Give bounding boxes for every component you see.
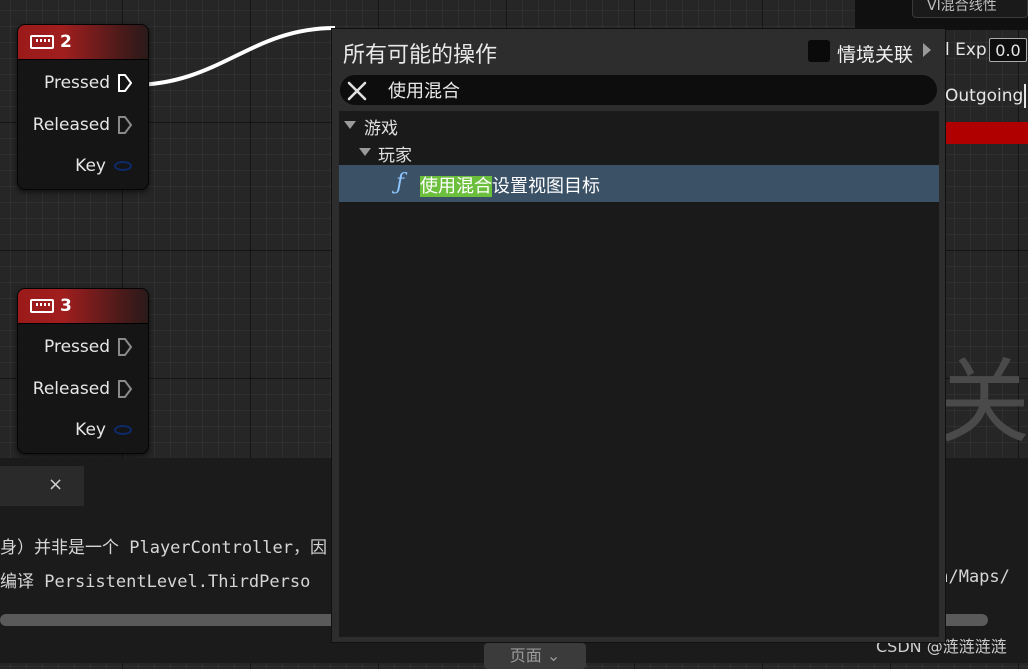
exec-pin-icon[interactable] bbox=[118, 380, 132, 398]
result-item-rest: 设置视图目标 bbox=[492, 176, 600, 197]
key-pin[interactable]: Key bbox=[75, 420, 132, 440]
pressed-pin-label: Pressed bbox=[44, 73, 110, 93]
exec-pin-icon[interactable] bbox=[118, 116, 132, 134]
keyboard-icon bbox=[30, 299, 54, 313]
outgoing-label: Outgoing bbox=[945, 86, 1024, 106]
exec-pin-icon[interactable] bbox=[118, 74, 132, 92]
result-item-label[interactable]: 使用混合设置视图目标 bbox=[420, 172, 600, 198]
close-tab-icon[interactable]: × bbox=[48, 474, 63, 495]
pressed-pin-label: Pressed bbox=[44, 337, 110, 357]
keyboard-icon bbox=[30, 35, 54, 49]
clear-search-icon[interactable] bbox=[346, 80, 368, 102]
struct-pin-icon[interactable] bbox=[114, 161, 132, 171]
context-sensitive-checkbox[interactable] bbox=[808, 40, 830, 62]
struct-pin-icon[interactable] bbox=[114, 425, 132, 435]
expand-arrow-icon[interactable] bbox=[923, 43, 931, 57]
log-line: 编译 PersistentLevel.ThirdPerso bbox=[0, 572, 311, 592]
node-title: 3 bbox=[60, 296, 72, 316]
output-log-tab[interactable] bbox=[0, 466, 84, 506]
key-pin-label: Key bbox=[75, 420, 106, 440]
category-game[interactable]: 游戏 bbox=[364, 114, 398, 139]
collapse-arrow-icon[interactable] bbox=[344, 121, 356, 129]
exec-pin-icon[interactable] bbox=[118, 338, 132, 356]
node-title: 2 bbox=[60, 32, 72, 52]
search-input-value[interactable]: 使用混合 bbox=[388, 77, 460, 103]
context-sensitive-label[interactable]: 情境关联 bbox=[837, 40, 913, 67]
exp-value-field[interactable]: 0.0 bbox=[989, 38, 1027, 62]
key-2-event-node[interactable]: 2 Pressed Released Key bbox=[17, 24, 149, 190]
released-pin-label: Released bbox=[32, 115, 110, 135]
background-watermark-glyph: 关 bbox=[938, 349, 1028, 456]
key-pin[interactable]: Key bbox=[75, 156, 132, 176]
collapse-arrow-icon[interactable] bbox=[359, 148, 371, 156]
node-header[interactable]: 2 bbox=[18, 25, 148, 60]
pressed-pin[interactable]: Pressed bbox=[44, 337, 132, 357]
function-icon: ƒ bbox=[396, 170, 405, 195]
pressed-pin[interactable]: Pressed bbox=[44, 73, 132, 93]
search-match-highlight: 使用混合 bbox=[420, 176, 492, 197]
log-line: 身）并非是一个 PlayerController，因 bbox=[0, 538, 327, 558]
category-player[interactable]: 玩家 bbox=[378, 141, 412, 166]
page-dropdown-button[interactable]: 页面 ⌄ bbox=[484, 643, 586, 669]
key-pin-label: Key bbox=[75, 156, 106, 176]
node-header[interactable]: 3 bbox=[18, 289, 148, 324]
key-3-event-node[interactable]: 3 Pressed Released Key bbox=[17, 288, 149, 454]
released-pin[interactable]: Released bbox=[33, 379, 132, 399]
blend-button[interactable]: VI混合线性 bbox=[912, 0, 1028, 18]
action-menu-title: 所有可能的操作 bbox=[343, 43, 498, 68]
released-pin-label: Released bbox=[32, 379, 110, 399]
red-status-bar bbox=[945, 122, 1028, 144]
exp-label: l Exp bbox=[945, 40, 987, 60]
released-pin[interactable]: Released bbox=[33, 115, 132, 135]
outgoing-field-edge[interactable] bbox=[1024, 84, 1026, 108]
